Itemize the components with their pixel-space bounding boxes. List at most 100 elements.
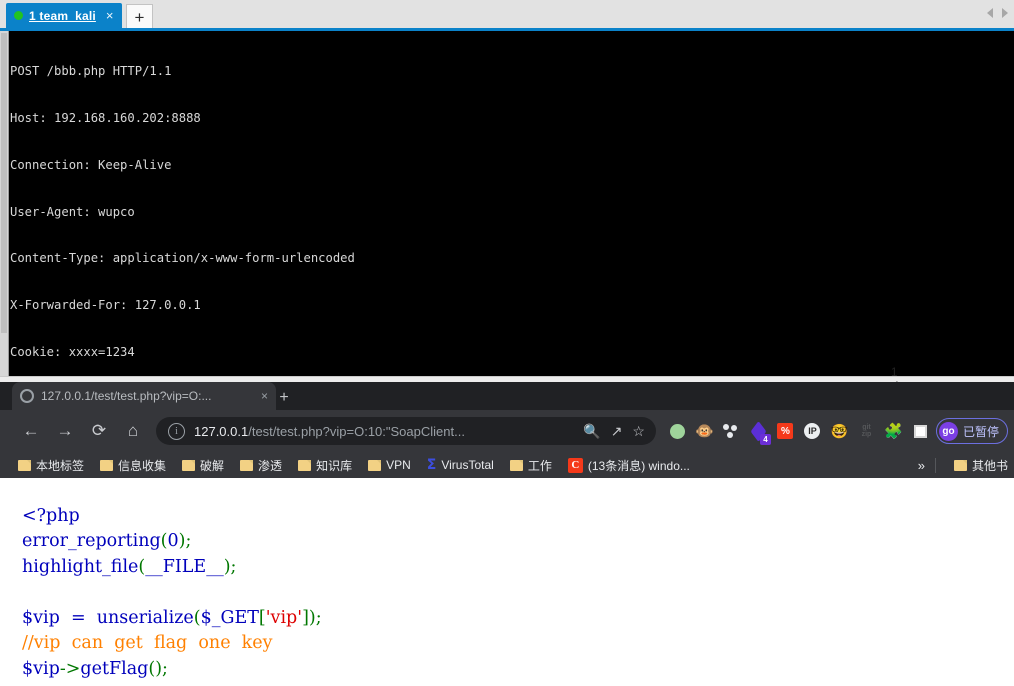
terminal-tab-bar: 1 team_kali × + xyxy=(0,0,1014,30)
code-token: ] xyxy=(302,607,309,628)
back-button[interactable]: ← xyxy=(14,414,48,448)
code-token: $vip xyxy=(22,658,60,679)
code-token: 0 xyxy=(167,531,179,551)
code-token: ) xyxy=(308,607,316,628)
purple-diamond-extension-icon[interactable]: 4 xyxy=(745,416,772,446)
code-token: ) xyxy=(223,556,231,577)
code-line: error_reporting(0); xyxy=(22,529,322,555)
chrome-browser-window: 127.0.0.1/test/test.php?vip=O:... × + ← … xyxy=(0,382,1014,686)
code-token: getFlag xyxy=(80,658,149,679)
gitzip-extension-icon[interactable]: git zip xyxy=(853,416,880,446)
terminal-line: Content-Type: application/x-www-form-url… xyxy=(10,251,355,266)
terminal-line: Cookie: xxxx=1234 xyxy=(10,344,135,359)
code-token: error_reporting xyxy=(22,531,161,551)
extensions-puzzle-icon[interactable]: 🧩 xyxy=(880,416,907,446)
url-path: /test/test.php?vip=O:10:"SoapClient... xyxy=(248,423,465,439)
terminal-line: POST /bbb.php HTTP/1.1 xyxy=(10,64,172,79)
xshell-window: 1 team_kali × + POST /bbb.php HTTP/1.1 H… xyxy=(0,0,1014,410)
new-browser-tab-button[interactable]: + xyxy=(272,386,296,410)
folder-icon xyxy=(509,459,523,471)
browser-tab-title: 127.0.0.1/test/test.php?vip=O:... xyxy=(41,389,212,403)
bookmark-label: VPN xyxy=(386,458,411,472)
bookmark-item[interactable]: 知识库 xyxy=(290,454,360,476)
browser-toolbar: ← → ⟳ ⌂ i 127.0.0.1/test/test.php?vip=O:… xyxy=(0,410,1014,452)
page-favicon xyxy=(20,389,34,403)
reload-button[interactable]: ⟳ xyxy=(82,414,116,448)
folder-icon xyxy=(953,459,967,471)
home-button[interactable]: ⌂ xyxy=(116,414,150,448)
terminal-line: X-Forwarded-For: 127.0.0.1 xyxy=(10,298,201,313)
terminal-tab-team-kali[interactable]: 1 team_kali × xyxy=(6,3,122,28)
terminal-output: POST /bbb.php HTTP/1.1 Host: 192.168.160… xyxy=(10,33,1014,376)
bookmark-item[interactable]: 本地标签 xyxy=(10,454,92,476)
white-square-extension-icon[interactable] xyxy=(907,416,934,446)
terminal-scrollbar[interactable] xyxy=(0,31,9,376)
code-token: <?php xyxy=(22,505,80,526)
bookmark-label: 信息收集 xyxy=(118,458,167,473)
folder-icon xyxy=(100,459,114,471)
terminal-line: Host: 192.168.160.202:8888 xyxy=(10,110,201,125)
forward-button[interactable]: → xyxy=(48,414,82,448)
bookmark-item[interactable]: 破解 xyxy=(174,454,232,476)
address-bar[interactable]: i 127.0.0.1/test/test.php?vip=O:10:"Soap… xyxy=(156,417,656,445)
green-circle-extension-icon[interactable] xyxy=(664,416,691,446)
code-line: highlight_file(__FILE__); xyxy=(22,555,322,581)
extension-toolbar: 🐵 4 % IP 🤓 git zip 🧩 go 已暂停 xyxy=(664,416,1014,446)
url-host: 127.0.0.1 xyxy=(194,423,249,439)
bookmark-item[interactable]: 工作 xyxy=(502,454,560,476)
three-dots-extension-icon[interactable] xyxy=(718,416,745,446)
php-source-listing: <?php error_reporting(0); highlight_file(_… xyxy=(22,504,322,683)
address-bar-url: 127.0.0.1/test/test.php?vip=O:10:"SoapCl… xyxy=(194,424,578,439)
virustotal-icon: Σ xyxy=(426,457,437,473)
site-info-icon[interactable]: i xyxy=(168,422,185,440)
scroll-left-icon[interactable] xyxy=(987,8,993,18)
scrollbar-thumb[interactable] xyxy=(1,33,7,333)
bookmark-item[interactable]: 渗透 xyxy=(232,454,290,476)
csdn-icon: C xyxy=(567,457,583,473)
ip-extension-icon[interactable]: IP xyxy=(799,416,826,446)
bookmark-label: 破解 xyxy=(200,458,225,473)
folder-icon xyxy=(182,459,196,471)
code-token: ; xyxy=(162,658,168,679)
code-token: $_GET xyxy=(200,607,259,628)
close-icon[interactable]: × xyxy=(106,8,114,23)
terminal-line: User-Agent: wupco xyxy=(10,204,135,219)
search-icon[interactable]: 🔍 xyxy=(583,423,600,440)
code-token: $vip = xyxy=(22,607,97,628)
bookmark-label: 本地标签 xyxy=(36,458,85,473)
code-token: ( xyxy=(160,531,168,551)
go-paused-label: 已暂停 xyxy=(962,424,999,439)
bookmark-label: 工作 xyxy=(527,458,552,473)
terminal-line: Connection: Keep-Alive xyxy=(10,157,172,172)
folder-icon xyxy=(368,459,382,471)
code-token: ; xyxy=(230,556,237,577)
bookmark-item[interactable]: Σ VirusTotal xyxy=(419,454,502,476)
bookmark-label: 知识库 xyxy=(316,458,353,473)
browser-tab-test-php[interactable]: 127.0.0.1/test/test.php?vip=O:... × xyxy=(12,382,276,410)
code-token: -> xyxy=(59,658,81,679)
other-bookmarks-item[interactable]: 其他书 xyxy=(946,454,1008,476)
go-paused-pill[interactable]: go 已暂停 xyxy=(935,418,1008,444)
code-token: //vip can get flag one key xyxy=(22,633,273,653)
page-left-edge xyxy=(0,478,4,686)
scroll-right-icon[interactable] xyxy=(1002,8,1008,18)
code-token: unserialize xyxy=(96,607,194,628)
new-terminal-tab-button[interactable]: + xyxy=(126,4,153,30)
page-viewport: <?php error_reporting(0); highlight_file(_… xyxy=(0,478,1014,686)
code-token: ( xyxy=(193,607,201,628)
bookmark-item[interactable]: VPN xyxy=(360,454,419,476)
bookmark-label: VirusTotal xyxy=(441,458,494,472)
code-token: 'vip' xyxy=(265,607,303,628)
chevron-double-right-icon[interactable]: » xyxy=(918,458,925,473)
share-icon[interactable]: ↗ xyxy=(611,423,623,440)
monkey-extension-icon[interactable]: 🐵 xyxy=(691,416,718,446)
bookmark-star-icon[interactable]: ☆ xyxy=(632,423,645,440)
bookmark-item[interactable]: 信息收集 xyxy=(92,454,174,476)
close-icon[interactable]: × xyxy=(261,389,268,403)
face-extension-icon[interactable]: 🤓 xyxy=(826,416,853,446)
code-line: $vip = unserialize($_GET['vip']); xyxy=(22,606,322,632)
red-percent-extension-icon[interactable]: % xyxy=(772,416,799,446)
bookmark-item[interactable]: C (13条消息) windo... xyxy=(560,454,698,476)
terminal-body[interactable]: POST /bbb.php HTTP/1.1 Host: 192.168.160… xyxy=(0,31,1014,376)
